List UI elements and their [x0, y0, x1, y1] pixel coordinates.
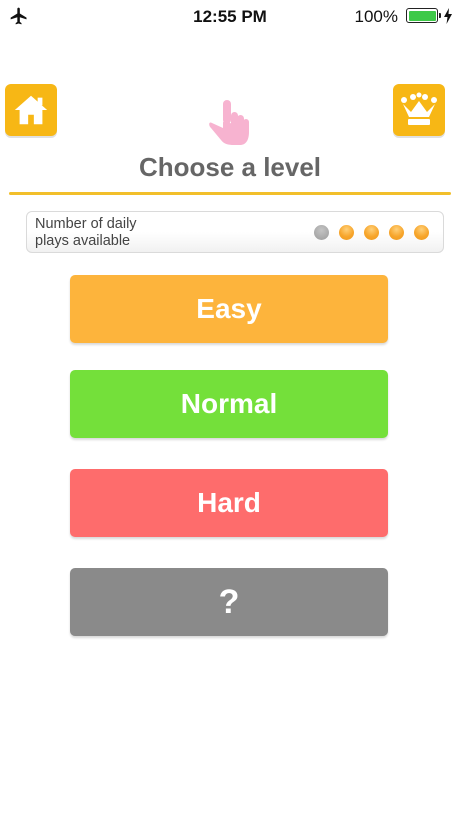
- play-dot-used: [314, 225, 329, 240]
- secret-level-button[interactable]: ?: [70, 568, 388, 636]
- daily-plays-panel: Number of daily plays available: [26, 211, 444, 253]
- daily-plays-label-line2: plays available: [35, 233, 131, 249]
- normal-level-button[interactable]: Normal: [70, 370, 388, 438]
- battery-icon: [406, 8, 441, 23]
- daily-plays-label-line1: Number of daily: [35, 216, 137, 232]
- home-icon: [14, 95, 48, 125]
- play-dot-available: [389, 225, 404, 240]
- play-dot-available: [339, 225, 354, 240]
- crown-icon: [401, 92, 437, 125]
- title-divider: [9, 192, 451, 195]
- hard-level-button[interactable]: Hard: [70, 469, 388, 537]
- play-dot-available: [414, 225, 429, 240]
- play-dot-available: [364, 225, 379, 240]
- status-bar: 12:55 PM 100%: [0, 0, 460, 32]
- page-title: Choose a level: [138, 152, 322, 182]
- pointing-hand-icon: [209, 100, 249, 145]
- charging-bolt-icon: [444, 8, 452, 24]
- battery-percent: 100%: [354, 7, 398, 26]
- daily-plays-indicator: [314, 225, 429, 240]
- home-button[interactable]: [5, 84, 57, 136]
- easy-level-button[interactable]: Easy: [70, 275, 388, 343]
- ranking-button[interactable]: [393, 84, 445, 136]
- daily-plays-label: Number of daily plays available: [35, 216, 137, 250]
